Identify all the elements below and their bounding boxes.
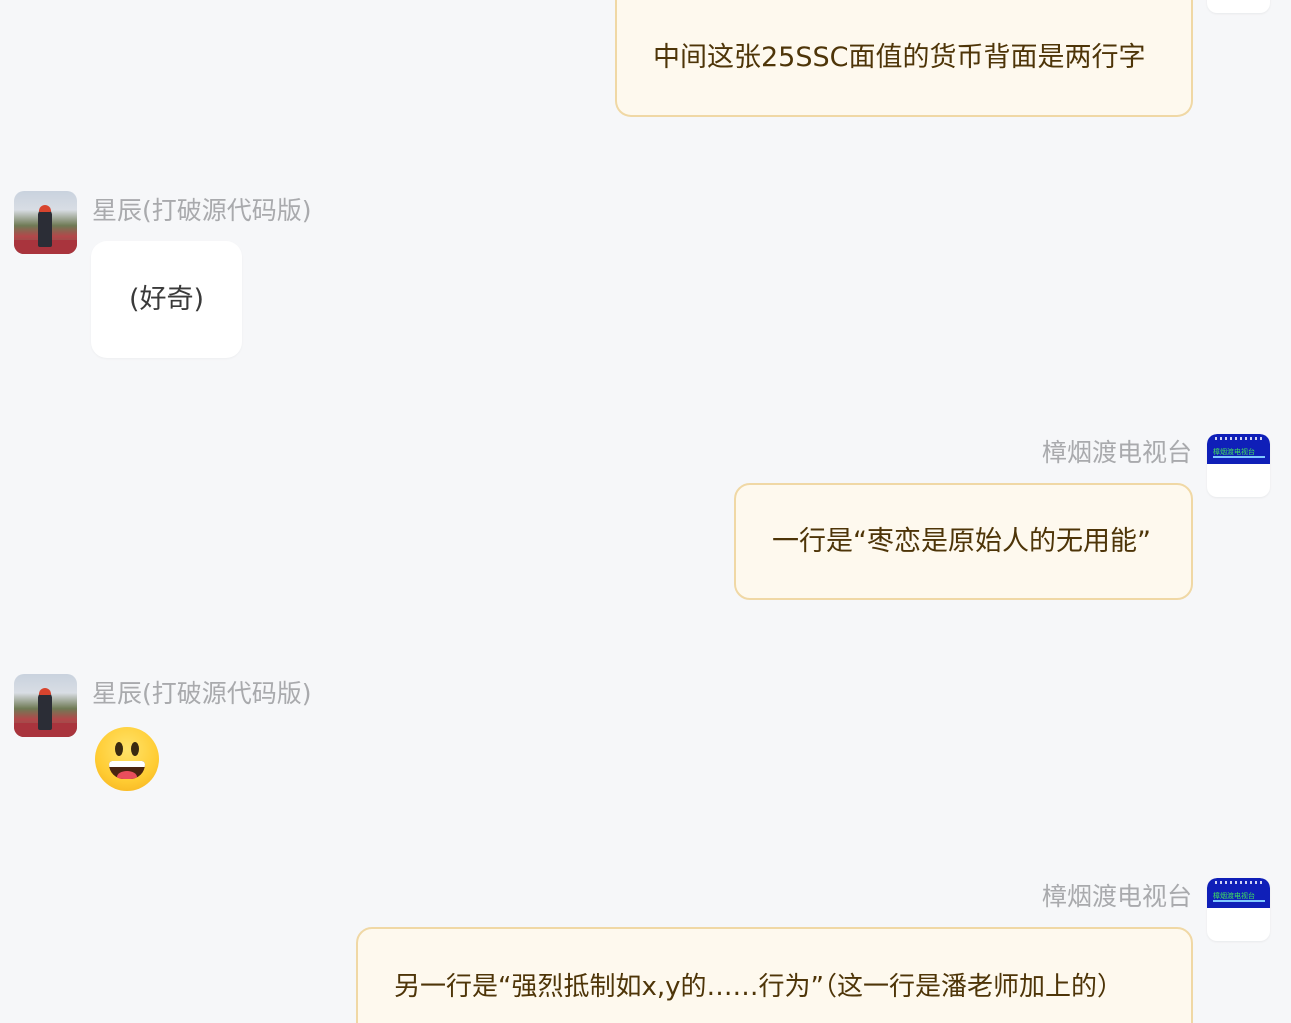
- tv-logo-dots: [1215, 881, 1263, 884]
- grinning-face-icon[interactable]: [95, 727, 159, 791]
- sender-name: 星辰(打破源代码版): [92, 679, 312, 708]
- sender-name: 樟烟渡电视台: [1041, 438, 1192, 467]
- tv-logo-dots: [1215, 437, 1263, 440]
- avatar-figure: [38, 209, 52, 247]
- sender-name: 星辰(打破源代码版): [92, 196, 312, 225]
- message-bubble-self[interactable]: 另一行是“强烈抵制如x,y的……行为”（这一行是潘老师加上的）: [356, 927, 1193, 1023]
- message-text: 一行是“枣恋是原始人的无用能”: [772, 525, 1151, 557]
- message-text: 中间这张25SSC面值的货币背面是两行字: [653, 41, 1146, 73]
- emoji-left-eye: [115, 742, 123, 756]
- message-bubble-self[interactable]: 中间这张25SSC面值的货币背面是两行字: [615, 0, 1193, 117]
- chat-history[interactable]: 中间这张25SSC面值的货币背面是两行字 星辰(打破源代码版) (好奇) 樟烟渡…: [0, 0, 1291, 1023]
- avatar-cap: [39, 205, 51, 212]
- other-avatar[interactable]: [14, 674, 77, 737]
- self-avatar[interactable]: 樟烟渡电视台: [1207, 434, 1270, 497]
- message-bubble-other[interactable]: (好奇): [91, 241, 242, 358]
- emoji-teeth: [109, 761, 145, 767]
- tv-logo-text: 樟烟渡电视台: [1213, 448, 1255, 456]
- emoji-mouth: [109, 761, 145, 779]
- other-avatar[interactable]: [14, 191, 77, 254]
- self-avatar[interactable]: 樟烟渡电视台: [1207, 878, 1270, 941]
- avatar-cap: [39, 688, 51, 695]
- emoji-right-eye: [131, 742, 139, 756]
- sender-name: 樟烟渡电视台: [1041, 882, 1192, 911]
- message-text: (好奇): [128, 283, 205, 315]
- tv-logo-subline: [1213, 900, 1265, 902]
- avatar-figure: [38, 692, 52, 730]
- tv-logo-subline: [1213, 456, 1265, 458]
- tv-logo-text: 樟烟渡电视台: [1213, 892, 1255, 900]
- message-bubble-self[interactable]: 一行是“枣恋是原始人的无用能”: [734, 483, 1193, 600]
- emoji-tongue: [117, 771, 137, 779]
- self-avatar[interactable]: [1207, 0, 1270, 13]
- message-text: 另一行是“强烈抵制如x,y的……行为”（这一行是潘老师加上的）: [394, 972, 1123, 1002]
